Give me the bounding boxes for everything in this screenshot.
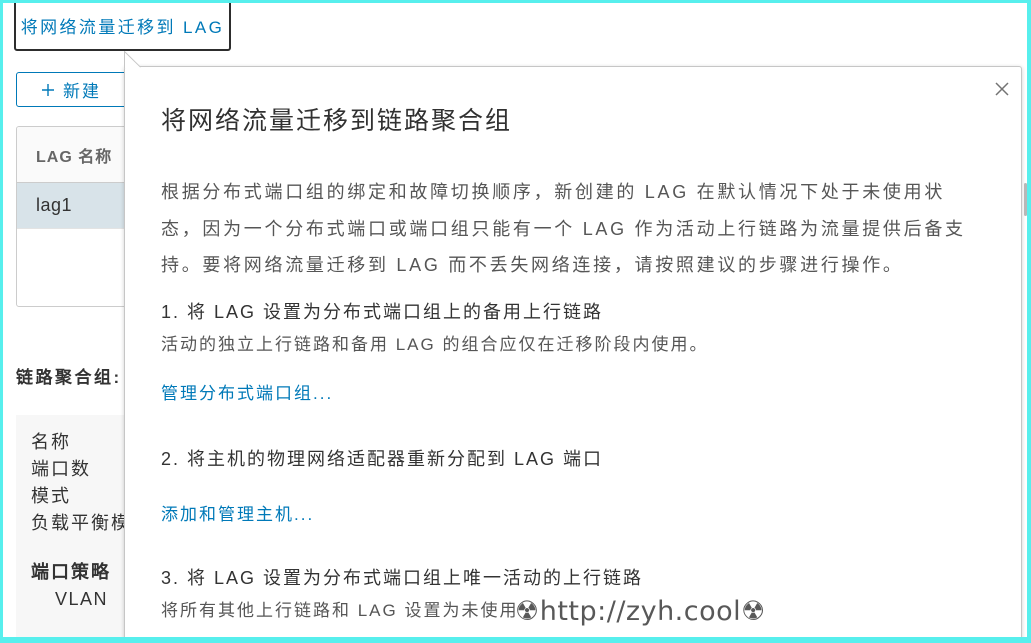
step-3-title: 3. 将 LAG 设置为分布式端口组上唯一活动的上行链路 — [161, 568, 644, 588]
lag-name-cell: lag1 — [36, 195, 73, 215]
migration-signpost: 将网络流量迁移到链路聚合组 根据分布式端口组的绑定和故障切换顺序，新创建的 LA… — [124, 66, 1022, 643]
details-section-title: 链路聚合组: — [16, 368, 122, 387]
migrate-to-lag-label: 将网络流量迁移到 LAG — [20, 18, 225, 37]
step-2-title: 2. 将主机的物理网络适配器重新分配到 LAG 端口 — [161, 449, 604, 469]
new-lag-label: 新建 — [63, 82, 101, 101]
step-1-title: 1. 将 LAG 设置为分布式端口组上的备用上行链路 — [161, 302, 604, 322]
watermark: ☢http://zyh.cool☢ — [515, 596, 766, 627]
migrate-to-lag-button[interactable]: 将网络流量迁移到 LAG — [14, 0, 231, 51]
popover-pointer — [124, 51, 141, 68]
close-icon — [995, 82, 1009, 96]
step-1-note: 活动的独立上行链路和备用 LAG 的组合应仅在迁移阶段内使用。 — [161, 335, 709, 354]
manage-port-groups-link[interactable]: 管理分布式端口组... — [161, 381, 333, 407]
column-header-label: LAG 名称 — [36, 148, 113, 166]
plus-icon — [42, 83, 54, 96]
new-lag-button[interactable]: 新建 — [16, 72, 134, 107]
add-manage-hosts-link[interactable]: 添加和管理主机... — [161, 502, 314, 528]
step-3-note: 将所有其他上行链路和 LAG 设置为未使用 — [161, 601, 519, 620]
scrollbar-thumb[interactable] — [1024, 183, 1027, 216]
popover-title: 将网络流量迁移到链路聚合组 — [161, 107, 513, 135]
popover-description: 根据分布式端口组的绑定和故障切换顺序，新创建的 LAG 在默认情况下处于未使用状… — [161, 182, 966, 275]
close-button[interactable] — [995, 82, 1009, 96]
